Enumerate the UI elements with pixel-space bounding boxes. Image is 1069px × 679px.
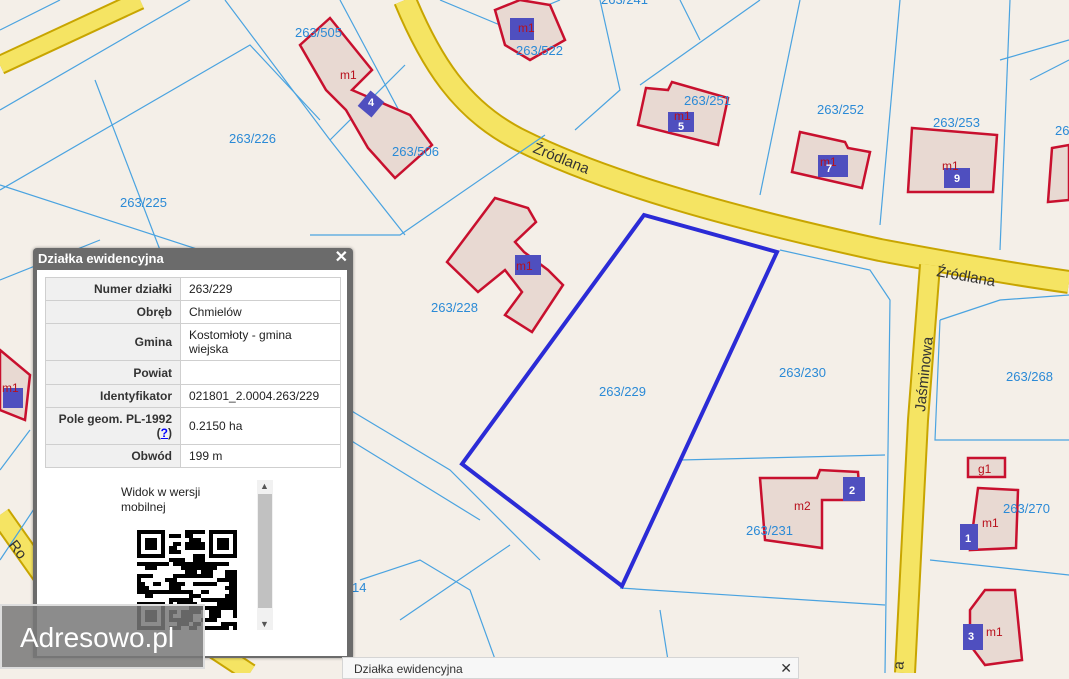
svg-text:m1: m1 (516, 259, 533, 273)
svg-text:m1: m1 (2, 381, 19, 395)
row-key: Obręb (45, 300, 181, 324)
close-icon[interactable]: ✕ (335, 250, 348, 266)
svg-text:4: 4 (368, 97, 375, 109)
row-value: Kostomłoty - gmina wiejska (180, 323, 341, 361)
svg-text:263/228: 263/228 (431, 300, 478, 315)
close-icon[interactable]: ✕ (780, 660, 792, 677)
svg-text:m1: m1 (942, 159, 959, 173)
svg-text:263/506: 263/506 (392, 144, 439, 159)
svg-text:263/505: 263/505 (295, 25, 342, 40)
table-row: Powiat (45, 360, 341, 385)
svg-text:263/522: 263/522 (516, 43, 563, 58)
svg-text:14: 14 (352, 580, 366, 595)
attributes-table: Numer działki 263/229 Obręb Chmielów Gmina… (45, 277, 341, 468)
svg-text:Źródlana: Źródlana (531, 140, 593, 178)
scrollbar-thumb[interactable] (258, 494, 272, 608)
svg-text:g1: g1 (978, 462, 992, 476)
svg-text:m1: m1 (340, 68, 357, 82)
row-key: Numer działki (45, 277, 181, 301)
row-key: Identyfikator (45, 384, 181, 408)
logo-text: Adresowo.pl (20, 622, 175, 653)
row-key: Obwód (45, 444, 181, 468)
dialog-tab-title: Działka ewidencyjna (354, 662, 463, 676)
scrollbar[interactable]: ▲ ▼ (257, 480, 273, 630)
table-row: Obwód 199 m (45, 444, 341, 468)
svg-text:2: 2 (849, 485, 855, 497)
svg-text:263/270: 263/270 (1003, 501, 1050, 516)
svg-text:5: 5 (678, 121, 684, 133)
svg-text:3: 3 (968, 631, 974, 643)
row-value: Chmielów (180, 300, 341, 324)
scroll-down-icon[interactable]: ▼ (260, 619, 269, 629)
row-key: Gmina (45, 323, 181, 361)
table-row: Pole geom. PL-1992 (?) 0.2150 ha (45, 407, 341, 445)
svg-text:m2: m2 (794, 499, 811, 513)
svg-text:m1: m1 (986, 625, 1003, 639)
svg-text:7: 7 (826, 163, 832, 175)
table-row: Gmina Kostomłoty - gmina wiejska (45, 323, 341, 361)
scroll-up-icon[interactable]: ▲ (260, 481, 269, 491)
row-value: 021801_2.0004.263/229 (180, 384, 341, 408)
svg-text:1: 1 (965, 533, 971, 545)
svg-text:263/226: 263/226 (229, 131, 276, 146)
row-key: Powiat (45, 360, 181, 385)
row-value: 0.2150 ha (180, 407, 341, 445)
table-row: Identyfikator 021801_2.0004.263/229 (45, 384, 341, 408)
row-key: Pole geom. PL-1992 (?) (45, 407, 181, 445)
dialog-title: Działka ewidencyjna (38, 251, 164, 266)
adresowo-logo[interactable]: Adresowo.pl (0, 604, 205, 669)
svg-text:9: 9 (954, 173, 960, 185)
table-row: Numer działki 263/229 (45, 277, 341, 301)
house-numbers: 4 5 7 9 2 1 3 (368, 97, 974, 643)
row-key-text: Pole geom. PL-1992 (58, 412, 172, 426)
svg-text:m1: m1 (982, 516, 999, 530)
svg-text:263/225: 263/225 (120, 195, 167, 210)
table-row: Obręb Chmielów (45, 300, 341, 324)
svg-text:m1: m1 (518, 21, 535, 35)
row-value (180, 360, 341, 385)
svg-text:263/231: 263/231 (746, 523, 793, 538)
svg-text:263/251: 263/251 (684, 93, 731, 108)
svg-text:263/252: 263/252 (817, 102, 864, 117)
svg-text:263/241: 263/241 (601, 0, 648, 7)
parcel-info-dialog[interactable]: Działka ewidencyjna ✕ Numer działki 263/2… (33, 248, 353, 658)
row-value: 199 m (180, 444, 341, 468)
svg-text:263/268: 263/268 (1006, 369, 1053, 384)
row-value: 263/229 (180, 277, 341, 301)
help-link[interactable]: ? (161, 426, 168, 440)
svg-text:263/253: 263/253 (933, 115, 980, 130)
svg-text:263/230: 263/230 (779, 365, 826, 380)
second-dialog-tab[interactable]: Działka ewidencyjna ✕ (342, 657, 799, 679)
svg-text:26: 26 (1055, 123, 1069, 138)
mobile-view-label: Widok w wersji mobilnej (121, 485, 201, 514)
svg-text:263/229: 263/229 (599, 384, 646, 399)
dialog-body: Numer działki 263/229 Obręb Chmielów Gmina… (37, 270, 347, 656)
